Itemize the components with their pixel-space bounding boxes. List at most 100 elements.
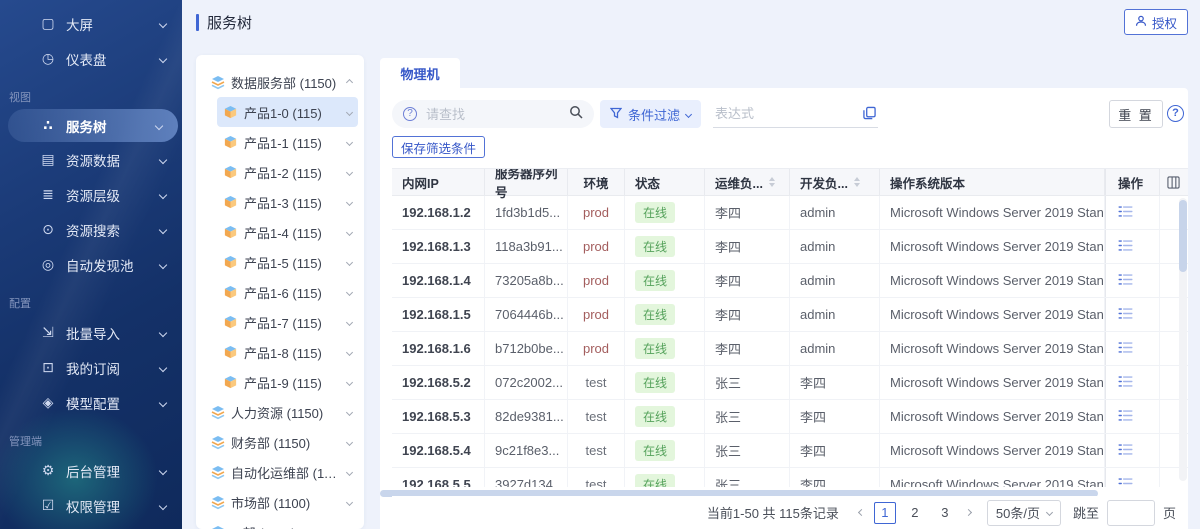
search-box[interactable]: ? [392, 100, 594, 128]
sidebar-item[interactable]: ▢ 大屏 [0, 6, 182, 41]
table-row: 192.168.1.4 73205a8b... prod 在线 李四 admin… [392, 264, 1188, 298]
tree-node-department[interactable]: 自动化运维部 (1150) [204, 457, 358, 487]
row-actions-button[interactable] [1105, 468, 1160, 487]
tree-node-department[interactable]: 市场部 (1100) [204, 487, 358, 517]
sidebar-item[interactable]: ◈ 模型配置 [0, 385, 182, 420]
sidebar-item[interactable]: ⇲ 批量导入 [0, 315, 182, 350]
column-header-dev-owner[interactable]: 开发负... [790, 169, 880, 195]
tree-node-product[interactable]: 产品1-1 (115) [217, 127, 358, 157]
chevron-down-icon[interactable] [346, 378, 353, 385]
chevron-down-icon[interactable] [346, 438, 353, 445]
cell-status: 在线 [625, 298, 705, 331]
expression-field [713, 100, 878, 128]
chevron-down-icon[interactable] [346, 408, 353, 415]
action-list-icon [1118, 375, 1133, 391]
sidebar-item[interactable]: ◎ 自动发现池 [0, 247, 182, 282]
resource-hierarchy-icon: ≣ [38, 186, 58, 203]
reset-button[interactable]: 重 置 [1109, 100, 1163, 128]
column-settings-icon[interactable] [1160, 169, 1188, 195]
chevron-down-icon[interactable] [346, 288, 353, 295]
save-filter-button[interactable]: 保存筛选条件 [392, 136, 485, 158]
sidebar-item-label: 我的订阅 [66, 358, 154, 378]
tree-node-department[interactable]: 人力资源 (1150) [204, 397, 358, 427]
chevron-up-icon[interactable] [346, 78, 353, 85]
status-badge: 在线 [635, 236, 675, 257]
tree-node-product[interactable]: 产品1-4 (115) [217, 217, 358, 247]
tree-node-product[interactable]: 产品1-0 (115) [217, 97, 358, 127]
condition-filter-button[interactable]: 条件过滤 [600, 100, 701, 128]
chevron-down-icon[interactable] [346, 498, 353, 505]
column-header-serial: 服务器序列号 [485, 169, 568, 195]
tree-node-department[interactable]: 财务部 (1150) [204, 427, 358, 457]
chevron-down-icon[interactable] [346, 258, 353, 265]
sidebar-item[interactable]: ≣ 资源层级 [0, 177, 182, 212]
expression-input[interactable] [713, 100, 878, 128]
chevron-down-icon[interactable] [346, 228, 353, 235]
department-layers-icon [210, 434, 227, 450]
product-cube-icon [223, 345, 240, 360]
cell-dev-owner: admin [790, 264, 880, 297]
chevron-down-icon[interactable] [346, 348, 353, 355]
search-icon[interactable] [569, 105, 583, 124]
department-layers-icon [210, 404, 227, 420]
tree-node-product[interactable]: 产品1-3 (115) [217, 187, 358, 217]
prev-page-button[interactable] [853, 510, 870, 515]
sort-icon[interactable] [854, 177, 860, 187]
cell-serial: 82de9381... [485, 400, 568, 433]
row-actions-button[interactable] [1105, 196, 1160, 229]
cell-env: prod [568, 230, 625, 263]
sidebar-item[interactable]: ∴ 服务树 [8, 109, 178, 142]
row-actions-button[interactable] [1105, 264, 1160, 297]
chevron-down-icon[interactable] [346, 468, 353, 475]
tree-node-product[interactable]: 产品1-8 (115) [217, 337, 358, 367]
cell-status: 在线 [625, 264, 705, 297]
table-row: 192.168.1.3 118a3b91... prod 在线 李四 admin… [392, 230, 1188, 264]
tab-physical-machine[interactable]: 物理机 [380, 58, 460, 88]
tree-node-root[interactable]: 数据服务部 (1150) [204, 67, 358, 97]
sidebar-item[interactable]: ◷ 仪表盘 [0, 41, 182, 76]
product-cube-icon [223, 225, 240, 240]
funnel-icon [610, 107, 622, 122]
chevron-down-icon[interactable] [346, 318, 353, 325]
chevron-down-icon [159, 363, 167, 371]
page-size-select[interactable]: 50条/页 [987, 500, 1061, 526]
row-actions-button[interactable] [1105, 366, 1160, 399]
page-number-button[interactable]: 3 [934, 502, 956, 524]
tree-node-department[interactable]: IT部 (1100) [204, 517, 358, 529]
cell-ip: 192.168.5.4 [392, 434, 485, 467]
chevron-down-icon[interactable] [346, 108, 353, 115]
help-icon[interactable]: ? [1167, 105, 1184, 122]
search-input[interactable] [424, 106, 562, 123]
dashboard-gauge-icon: ◷ [38, 50, 58, 67]
page-number-button[interactable]: 2 [904, 502, 926, 524]
chevron-down-icon [159, 466, 167, 474]
sort-icon[interactable] [769, 177, 775, 187]
vertical-scrollbar[interactable] [1179, 198, 1187, 481]
chevron-down-icon[interactable] [346, 198, 353, 205]
row-actions-button[interactable] [1105, 298, 1160, 331]
jump-page-input[interactable] [1107, 500, 1155, 526]
sidebar-item[interactable]: ⚙ 后台管理 [0, 453, 182, 488]
sidebar-item[interactable]: ☑ 权限管理 [0, 488, 182, 523]
tree-node-product[interactable]: 产品1-9 (115) [217, 367, 358, 397]
row-actions-button[interactable] [1105, 230, 1160, 263]
column-header-ops-owner[interactable]: 运维负... [705, 169, 790, 195]
tree-node-product[interactable]: 产品1-6 (115) [217, 277, 358, 307]
sidebar-item[interactable]: ▤ 资源数据 [0, 142, 182, 177]
sidebar-item[interactable]: ⊙ 资源搜索 [0, 212, 182, 247]
model-config-icon: ◈ [38, 394, 58, 411]
row-actions-button[interactable] [1105, 400, 1160, 433]
row-actions-button[interactable] [1105, 434, 1160, 467]
tree-node-product[interactable]: 产品1-5 (115) [217, 247, 358, 277]
tree-node-product[interactable]: 产品1-7 (115) [217, 307, 358, 337]
authorize-button[interactable]: 授权 [1124, 9, 1188, 35]
next-page-button[interactable] [960, 510, 977, 515]
tree-node-product[interactable]: 产品1-2 (115) [217, 157, 358, 187]
copy-icon[interactable] [863, 106, 876, 125]
chevron-down-icon[interactable] [346, 168, 353, 175]
sidebar-item[interactable]: ⊡ 我的订阅 [0, 350, 182, 385]
vertical-scrollbar-thumb[interactable] [1179, 200, 1187, 272]
chevron-down-icon[interactable] [346, 138, 353, 145]
page-number-button[interactable]: 1 [874, 502, 896, 524]
row-actions-button[interactable] [1105, 332, 1160, 365]
